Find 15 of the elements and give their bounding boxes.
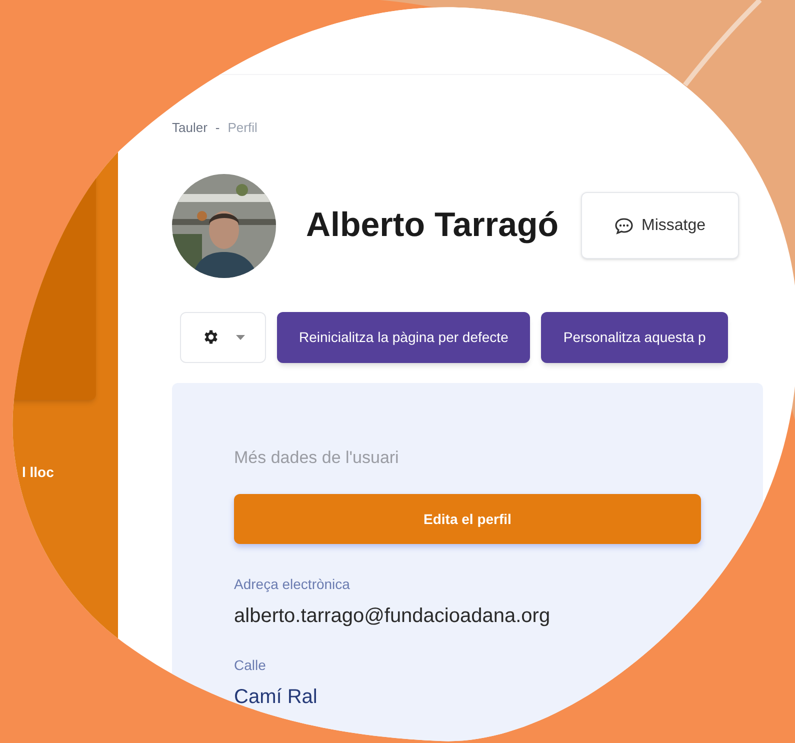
profile-name: Alberto Tarragó	[306, 205, 559, 246]
breadcrumb-link[interactable]: Tauler	[172, 118, 208, 138]
settings-dropdown[interactable]	[180, 312, 266, 362]
toolbar-button[interactable]: Reinicialitza la pàgina per defecte	[277, 312, 530, 362]
toolbar-button[interactable]: Personalitza aquesta p	[541, 312, 728, 362]
field-label: Calle	[234, 656, 267, 675]
field-label: Adreça electrònica	[234, 575, 351, 594]
chat-icon	[614, 216, 634, 234]
card-title: Més dades de l'usuari	[234, 446, 400, 468]
field-value: alberto.tarrago@fundacioadana.org	[234, 604, 552, 629]
breadcrumb-current: Perfil	[228, 119, 258, 137]
message-button[interactable]: Missatge	[580, 192, 739, 259]
caret-icon	[236, 334, 244, 340]
field-value: Camí Ral	[234, 685, 318, 710]
breadcrumb-separator: -	[215, 119, 220, 137]
